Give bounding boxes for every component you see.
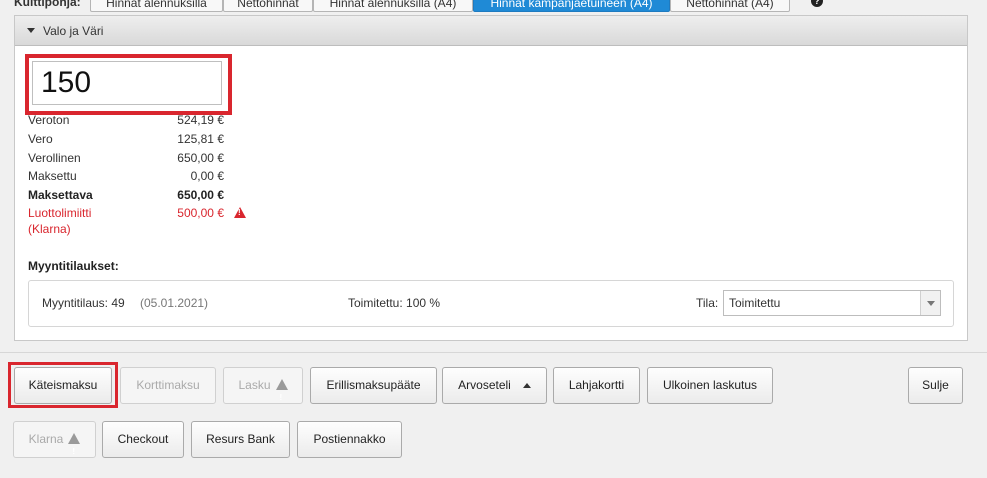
credit-limit-label: Luottolimiitti bbox=[28, 206, 92, 220]
receipt-template-bar: Kuittipohja: Hinnat alennuksilla Nettohi… bbox=[0, 0, 987, 14]
summary-row: Veroton 524,19 € bbox=[28, 113, 248, 131]
panel-header[interactable]: Valo ja Väri bbox=[15, 16, 967, 46]
tab-hinnat-alennuksilla-a4[interactable]: Hinnat alennuksilla (A4) bbox=[313, 0, 473, 12]
divider bbox=[0, 352, 987, 353]
customer-payment-panel: Valo ja Väri Veroton 524,19 € Vero 125,8… bbox=[14, 15, 968, 341]
delivery-status: Toimitettu: 100 % bbox=[348, 296, 441, 310]
help-icon[interactable]: ? bbox=[811, 0, 823, 7]
summary-value: 125,81 € bbox=[177, 132, 224, 146]
summary-row: Verollinen 650,00 € bbox=[28, 151, 248, 169]
summary-label: Maksettu bbox=[28, 169, 77, 183]
summary-value: 650,00 € bbox=[177, 151, 224, 165]
receipt-template-label: Kuittipohja: bbox=[14, 0, 81, 9]
klarna-button[interactable]: Klarna bbox=[13, 421, 96, 469]
sales-order-row: Myyntitilaus: 49 (05.01.2021) Toimitettu… bbox=[28, 280, 954, 327]
summary-value: 650,00 € bbox=[177, 188, 224, 202]
card-payment-button[interactable]: Korttimaksu bbox=[120, 367, 216, 404]
cash-payment-button[interactable]: Käteismaksu bbox=[14, 367, 112, 404]
status-label: Tila: bbox=[696, 296, 719, 310]
order-number: Myyntitilaus: 49 bbox=[42, 296, 125, 310]
tab-nettohinnat[interactable]: Nettohinnat bbox=[223, 0, 313, 12]
tab-hinnat-alennuksilla[interactable]: Hinnat alennuksilla bbox=[90, 0, 223, 12]
status-selected-value: Toimitettu bbox=[729, 296, 781, 310]
summary-row: Maksettu 0,00 € bbox=[28, 169, 248, 187]
voucher-label: Arvoseteli bbox=[458, 378, 511, 392]
summary-row-credit-limit: Luottolimiitti (Klarna) 500,00 € bbox=[28, 206, 248, 240]
klarna-label: Klarna bbox=[28, 432, 64, 446]
warning-icon bbox=[275, 379, 288, 415]
resurs-bank-button[interactable]: Resurs Bank bbox=[191, 421, 290, 458]
summary-label: Maksettava bbox=[28, 188, 93, 202]
summary-label: Vero bbox=[28, 132, 53, 146]
gift-card-button[interactable]: Lahjakortti bbox=[553, 367, 640, 404]
tab-nettohinnat-a4[interactable]: Nettohinnat (A4) bbox=[670, 0, 790, 12]
sales-orders-title: Myyntitilaukset: bbox=[28, 259, 119, 273]
caret-up-icon bbox=[522, 383, 531, 388]
panel-title: Valo ja Väri bbox=[43, 24, 104, 38]
summary-row: Vero 125,81 € bbox=[28, 132, 248, 150]
chevron-down-icon[interactable] bbox=[920, 291, 940, 315]
external-billing-button[interactable]: Ulkoinen laskutus bbox=[647, 367, 773, 404]
cash-on-delivery-button[interactable]: Postiennakko bbox=[297, 421, 402, 458]
close-button[interactable]: Sulje bbox=[908, 367, 963, 404]
credit-limit-provider: (Klarna) bbox=[28, 222, 71, 236]
collapse-caret-icon[interactable] bbox=[27, 28, 35, 33]
warning-icon bbox=[234, 207, 246, 218]
warning-icon bbox=[68, 433, 81, 469]
summary-label: Veroton bbox=[28, 113, 70, 127]
invoice-button[interactable]: Lasku bbox=[223, 367, 303, 415]
amount-highlight bbox=[25, 54, 232, 115]
summary-row-total: Maksettava 650,00 € bbox=[28, 188, 248, 206]
summary-value: 500,00 € bbox=[177, 206, 224, 220]
summary-value: 0,00 € bbox=[190, 169, 224, 183]
order-date: (05.01.2021) bbox=[140, 296, 209, 310]
voucher-button[interactable]: Arvoseteli bbox=[442, 367, 547, 404]
payment-amount-input[interactable] bbox=[32, 61, 222, 105]
checkout-button[interactable]: Checkout bbox=[102, 421, 184, 458]
separate-terminal-button[interactable]: Erillismaksupääte bbox=[310, 367, 437, 404]
status-select[interactable]: Toimitettu bbox=[723, 290, 941, 316]
summary-label: Verollinen bbox=[28, 151, 81, 165]
tab-hinnat-kampanjaetuineen-a4[interactable]: Hinnat kampanjaetuineen (A4) bbox=[473, 0, 670, 12]
invoice-label: Lasku bbox=[238, 378, 271, 392]
summary-value: 524,19 € bbox=[177, 113, 224, 127]
